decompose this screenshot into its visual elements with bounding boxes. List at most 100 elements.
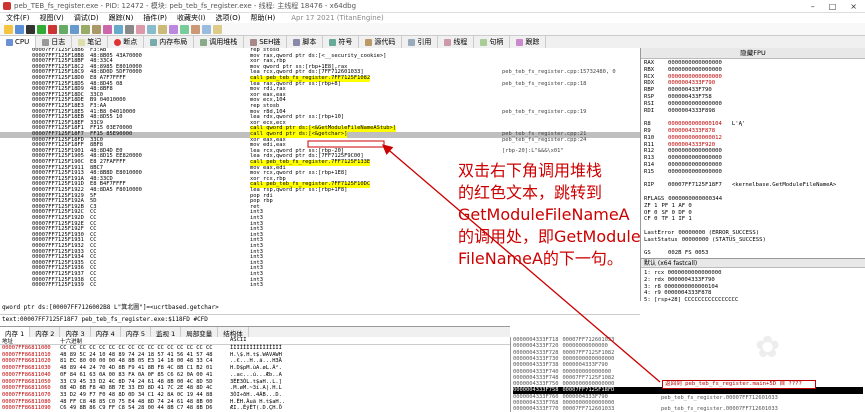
restart-icon[interactable] bbox=[15, 24, 24, 34]
menu-help[interactable]: 帮助(H) bbox=[251, 13, 276, 23]
find-icon[interactable] bbox=[202, 24, 211, 34]
stack-value: 00007FF712601033 bbox=[562, 337, 615, 343]
menu-trace[interactable]: 跟踪(N) bbox=[109, 13, 134, 23]
register-row[interactable]: RSI 0000000000000000 bbox=[644, 101, 732, 108]
register-value: 0000000000000012 bbox=[668, 134, 722, 141]
close-debug-icon[interactable] bbox=[26, 24, 35, 34]
tab-notes[interactable]: 笔记 bbox=[72, 36, 109, 48]
register-row[interactable]: RCX 0000000000000000 bbox=[644, 74, 732, 81]
tab-script[interactable]: 脚本 bbox=[287, 36, 324, 48]
trace-into-icon[interactable] bbox=[81, 24, 90, 34]
register-row[interactable] bbox=[644, 114, 678, 121]
register-value: PF 1 AF 0 bbox=[661, 202, 692, 209]
threads-icon bbox=[444, 38, 452, 46]
tab-label: 调用堆栈 bbox=[209, 38, 238, 46]
tab-symbols[interactable]: 符号 bbox=[323, 36, 360, 48]
tab-references[interactable]: 引用 bbox=[402, 36, 439, 48]
execute-till-return-icon[interactable] bbox=[103, 24, 112, 34]
memory-dump-view[interactable]: 地址 十六进制 ASCII 00007FF86811000 CC CC CC CC… bbox=[0, 337, 510, 412]
register-row[interactable]: LastError 00000000 (ERROR_SUCCESS) bbox=[644, 230, 769, 237]
register-row[interactable]: LastStatus 00000000 (STATUS_SUCCESS) bbox=[644, 237, 776, 244]
stack-value: 00007FF7125F18FD bbox=[562, 387, 615, 394]
tab-trace[interactable]: 跟踪 bbox=[510, 36, 547, 48]
notes-icon bbox=[78, 38, 86, 46]
stack-value: 0000000000000000 bbox=[562, 381, 615, 388]
menu-view[interactable]: 视图(V) bbox=[40, 13, 64, 23]
stack-value: 00007FF712601033 bbox=[562, 406, 615, 412]
tab-memory-map[interactable]: 内存布局 bbox=[144, 36, 195, 48]
register-value: 000000433F758 bbox=[668, 94, 712, 100]
tab-cpu[interactable]: CPU bbox=[0, 36, 37, 48]
menu-options[interactable]: 选项(O) bbox=[216, 13, 241, 23]
register-name: RBP bbox=[644, 87, 655, 94]
dump-row[interactable]: 00007FF86811000 CC CC CC CC CC CC CC CC C… bbox=[0, 345, 510, 352]
tab-source[interactable]: 源代码 bbox=[359, 36, 403, 48]
step-over-icon[interactable] bbox=[70, 24, 79, 34]
dump-row[interactable]: 00007FF86811070 33 D2 49 F7 F0 48 8D 0D 3… bbox=[0, 392, 510, 399]
dump-row[interactable]: 00007FF86811040 0F 84 61 63 0A 00 83 FA 0… bbox=[0, 372, 510, 379]
tab-breakpoints[interactable]: 断点 bbox=[108, 36, 145, 48]
register-name: RAX bbox=[644, 60, 655, 66]
register-row[interactable]: R11 0000004333F920 bbox=[644, 142, 725, 149]
menu-favourites[interactable]: 收藏夹(I) bbox=[177, 13, 206, 23]
dump-row[interactable]: 00007FF86811030 48 89 44 24 70 4D 8B F9 4… bbox=[0, 365, 510, 372]
maximize-icon[interactable]: □ bbox=[829, 2, 837, 11]
scylla-icon[interactable] bbox=[125, 24, 134, 34]
tab-seh-chain[interactable]: SEH链 bbox=[244, 36, 288, 48]
cpu-icon bbox=[6, 38, 13, 46]
annotation-line: GetModuleFileNameA bbox=[458, 205, 630, 224]
tab-label: 断点 bbox=[123, 38, 138, 46]
pause-icon[interactable] bbox=[48, 24, 57, 34]
dump-row[interactable]: 00007FF86811060 08 4D 8B F8 4D 8B 7E 33 E… bbox=[0, 385, 510, 392]
comments-icon[interactable] bbox=[147, 24, 156, 34]
bookmarks-icon[interactable] bbox=[169, 24, 178, 34]
annotation-text: 双击右下角调用堆栈 的红色文本，跳转到 GetModuleFileNameA 的… bbox=[458, 160, 658, 270]
tab-label: CPU bbox=[15, 38, 30, 46]
register-row[interactable]: R9 0000004333F878 bbox=[644, 128, 725, 135]
register-panel[interactable]: 隐藏FPU RAX 0000000000000000 RBX 000000000000… bbox=[641, 48, 865, 258]
call-args-panel[interactable]: 默认 (x64 fastcall) 1: rcx 000000000000000… bbox=[641, 258, 865, 327]
register-name: R8 bbox=[644, 121, 651, 128]
disasm-row[interactable]: 00007FF7125F1939 CC int3 bbox=[0, 283, 640, 289]
menu-plugins[interactable]: 插件(P) bbox=[143, 13, 167, 23]
variables-icon[interactable] bbox=[191, 24, 200, 34]
labels-icon[interactable] bbox=[158, 24, 167, 34]
info-line-operand: qword ptr ds:[00007FF7126002B8 L"箕北圖"]=<… bbox=[0, 301, 640, 315]
register-row[interactable]: R12 0000000000000000 bbox=[644, 148, 732, 155]
register-name: R10 bbox=[644, 134, 655, 141]
calculator-icon[interactable] bbox=[213, 24, 222, 34]
register-row[interactable]: RSP 000000433F758 bbox=[644, 94, 722, 101]
register-row[interactable]: RDI 0000004333F898 bbox=[644, 108, 725, 115]
open-folder-icon[interactable] bbox=[4, 24, 13, 34]
register-row[interactable]: RIP 00007FF7125F18F7 <kernelbase.GetModule… bbox=[644, 182, 836, 189]
register-row[interactable]: RAX 0000000000000000 bbox=[644, 60, 732, 67]
stack-value: 0000004333F790 bbox=[562, 362, 608, 369]
register-row[interactable]: R8 0000000000000104 L'Ą' bbox=[644, 121, 745, 128]
patch-icon[interactable] bbox=[136, 24, 145, 34]
register-value: 00000000 (ERROR_SUCCESS) bbox=[678, 230, 760, 236]
register-row[interactable]: RBP 000000433F790 bbox=[644, 87, 722, 94]
trace-over-icon[interactable] bbox=[92, 24, 101, 34]
functions-icon[interactable] bbox=[180, 24, 189, 34]
register-name: R12 bbox=[644, 148, 655, 155]
register-row[interactable]: R10 0000000000000012 bbox=[644, 135, 732, 142]
tab-call-stack[interactable]: 调用堆栈 bbox=[194, 36, 245, 48]
dump-row[interactable]: 00007FF86811090 C6 49 8B 86 C9 FF C8 54 2… bbox=[0, 405, 510, 412]
tab-threads[interactable]: 线程 bbox=[438, 36, 475, 48]
menu-file[interactable]: 文件(F) bbox=[6, 13, 30, 23]
register-row[interactable]: RDX 0000004333F790 bbox=[644, 80, 725, 87]
calling-convention-select[interactable]: 默认 (x64 fastcall) bbox=[641, 259, 865, 268]
register-row[interactable]: RBX 0000000000000000 bbox=[644, 67, 732, 74]
step-into-icon[interactable] bbox=[59, 24, 68, 34]
run-icon[interactable] bbox=[37, 24, 46, 34]
annotation-line: 的红色文本，跳转到 bbox=[458, 183, 603, 202]
dump-address: 00007FF86811060 bbox=[2, 385, 51, 392]
tab-handles[interactable]: 句柄 bbox=[474, 36, 511, 48]
hide-fpu-button[interactable]: 隐藏FPU bbox=[641, 48, 865, 59]
run-to-user-code-icon[interactable] bbox=[114, 24, 123, 34]
register-name: RDI bbox=[644, 107, 655, 114]
close-icon[interactable]: × bbox=[850, 2, 857, 11]
tab-log[interactable]: 日志 bbox=[36, 36, 73, 48]
menu-debug[interactable]: 调试(D) bbox=[74, 13, 99, 23]
minimize-icon[interactable]: – bbox=[811, 2, 815, 11]
